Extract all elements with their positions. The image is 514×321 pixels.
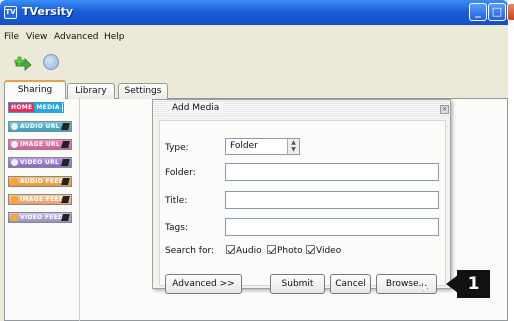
window-title: TVersity	[22, 5, 74, 18]
rss-icon	[11, 214, 18, 221]
audio-checkbox[interactable]: Audio	[226, 245, 262, 256]
cancel-button[interactable]: Cancel	[330, 274, 371, 294]
maximize-button[interactable]: □	[488, 3, 506, 21]
sidebar-item-label: VIDEO URL	[20, 159, 60, 166]
dialog-close-icon[interactable]: ×	[440, 105, 449, 114]
sidebar-item-label: IMAGE FEED	[20, 196, 65, 203]
folder-field[interactable]	[225, 163, 439, 181]
tab-sharing[interactable]: Sharing	[4, 80, 66, 99]
title-field[interactable]	[225, 191, 439, 209]
browse-button[interactable]: Browse...	[376, 274, 437, 294]
menu-file[interactable]: File	[4, 32, 19, 42]
checkbox-label: Photo	[277, 246, 303, 256]
video-url-button[interactable]: VIDEO URL	[8, 157, 72, 168]
video-icon	[61, 159, 70, 166]
sidebar-item-label: VIDEO FEED	[20, 214, 64, 221]
search-for-label: Search for:	[165, 246, 215, 256]
minimize-button[interactable]: _	[469, 3, 487, 21]
sidebar-item-label: AUDIO FEED	[20, 178, 65, 185]
home-label: HOME	[9, 103, 35, 112]
rss-icon	[11, 178, 18, 185]
image-feed-button[interactable]: IMAGE FEED	[8, 194, 72, 205]
dialog-title: Add Media	[168, 103, 224, 113]
globe-icon	[11, 123, 18, 130]
checkbox-label: Audio	[236, 246, 262, 256]
checkbox-checked-icon[interactable]	[306, 245, 315, 254]
image-icon	[61, 196, 70, 203]
audio-feed-button[interactable]: AUDIO FEED	[8, 176, 72, 187]
advanced-button[interactable]: Advanced >>	[165, 274, 242, 294]
media-label: MEDIA	[34, 103, 62, 112]
menu-view[interactable]: View	[26, 32, 47, 42]
type-select-value: Folder	[230, 141, 258, 151]
tab-library[interactable]: Library	[67, 83, 115, 99]
tab-settings[interactable]: Settings	[118, 83, 168, 99]
close-button[interactable]	[507, 3, 514, 21]
menu-bar: File View Advanced Help	[0, 26, 508, 44]
title-label: Title:	[165, 196, 188, 206]
checkbox-label: Video	[316, 246, 342, 256]
tversity-logo-icon: TV	[4, 6, 17, 19]
sidebar-item-label: IMAGE URL	[20, 141, 60, 148]
app-window: TV TVersity _ □ File View Advanced Help …	[0, 0, 514, 321]
audio-url-button[interactable]: AUDIO URL	[8, 121, 72, 132]
checkbox-checked-icon[interactable]	[226, 245, 235, 254]
checkbox-checked-icon[interactable]	[267, 245, 276, 254]
folder-label: Folder:	[165, 168, 196, 178]
globe-icon	[11, 159, 18, 166]
type-select[interactable]: Folder ▲ ▼	[225, 138, 300, 155]
audio-icon	[61, 178, 70, 185]
title-bar: TV TVersity _ □	[0, 0, 514, 25]
tags-field[interactable]	[225, 218, 439, 236]
menu-help[interactable]: Help	[104, 32, 125, 42]
add-media-icon[interactable]	[13, 55, 33, 71]
callout-badge: 1	[457, 270, 490, 298]
submit-button[interactable]: Submit	[270, 274, 325, 294]
globe-icon	[11, 141, 18, 148]
home-media-button[interactable]: HOME MEDIA	[8, 102, 64, 113]
refresh-icon[interactable]	[43, 54, 59, 70]
image-url-button[interactable]: IMAGE URL	[8, 139, 72, 150]
dialog-title-bar: Add Media ×	[154, 101, 449, 116]
type-label: Type:	[165, 143, 189, 153]
spinner-icon[interactable]: ▲ ▼	[287, 139, 299, 154]
rss-icon	[11, 196, 18, 203]
audio-icon	[61, 123, 70, 130]
video-checkbox[interactable]: Video	[306, 245, 341, 256]
menu-advanced[interactable]: Advanced	[54, 32, 98, 42]
video-icon	[61, 214, 70, 221]
video-feed-button[interactable]: VIDEO FEED	[8, 212, 72, 223]
image-icon	[61, 141, 70, 148]
photo-checkbox[interactable]: Photo	[267, 245, 303, 256]
tags-label: Tags:	[165, 223, 188, 233]
sidebar-item-label: AUDIO URL	[20, 123, 60, 130]
